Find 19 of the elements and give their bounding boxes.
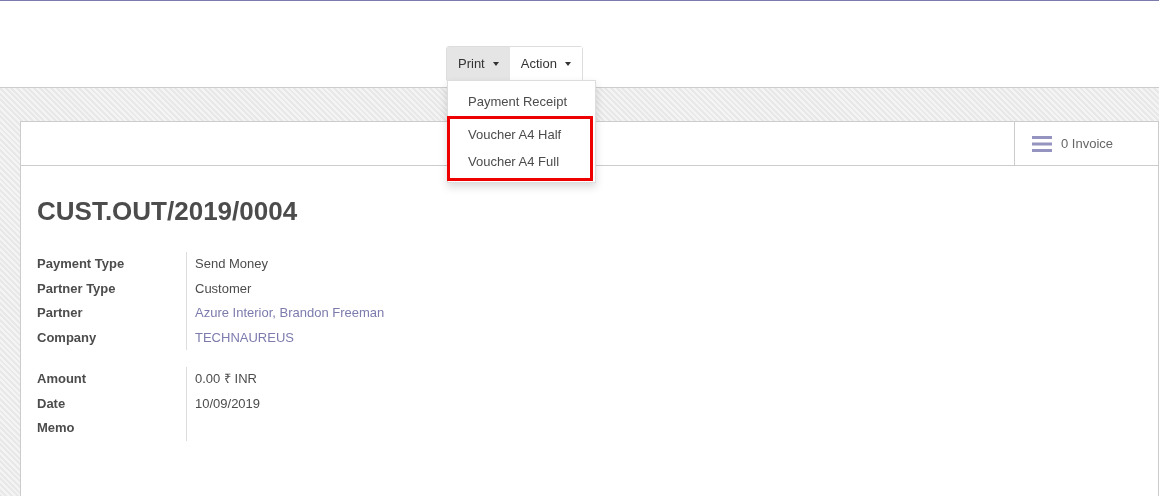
field-label: Partner [37,305,83,321]
field-label: Partner Type [37,280,116,296]
field-value: Send Money [195,256,268,272]
menu-item[interactable]: Voucher A4 Full [450,148,590,176]
field-value: Customer [195,280,252,296]
field-value: 0.00 ₹ INR [195,371,257,387]
menu-item[interactable]: Voucher A4 Half [450,120,590,148]
menu-item[interactable]: Payment Receipt [448,88,595,116]
field-label: Amount [37,371,87,387]
field-label: Date [37,395,66,411]
field-link[interactable]: TECHNAUREUS [195,329,294,345]
toolbar-dropdown-button[interactable]: Print [447,47,510,81]
field-label: Payment Type [37,256,125,272]
list-icon [1032,135,1052,152]
field-label: Memo [37,420,75,436]
field-label: Company [37,329,97,345]
field-link[interactable]: Azure Interior, Brandon Freeman [195,305,385,321]
field-value: 10/09/2019 [195,395,261,411]
record-title: CUST.OUT/2019/0004 [37,196,299,228]
